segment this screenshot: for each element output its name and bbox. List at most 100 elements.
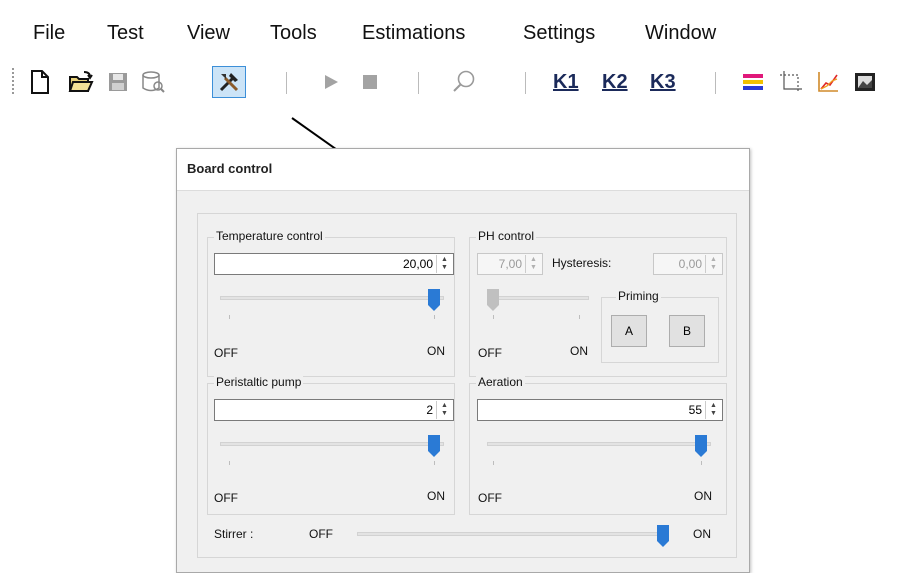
- aeration-input[interactable]: 55 ▲ ▼: [477, 399, 723, 421]
- temperature-label: Temperature control: [214, 229, 325, 243]
- k3-button[interactable]: K3: [650, 71, 676, 94]
- slider-thumb-icon: [428, 435, 440, 457]
- stirrer-slider-thumb[interactable]: [657, 525, 669, 547]
- menu-tools[interactable]: Tools: [270, 22, 317, 45]
- toolbar-grip[interactable]: [12, 68, 14, 96]
- ph-on-label: ON: [570, 344, 588, 358]
- color-bars-button[interactable]: [736, 66, 770, 98]
- database-button[interactable]: [136, 66, 170, 98]
- priming-a-button[interactable]: A: [611, 315, 647, 347]
- slider-tick: [493, 315, 494, 319]
- pump-off-label: OFF: [214, 491, 238, 505]
- menu-file[interactable]: File: [33, 22, 65, 45]
- board-control-dialog: Board control Temperature control 20,00 …: [176, 148, 750, 573]
- temperature-on-label: ON: [427, 344, 445, 358]
- chart-button[interactable]: [811, 66, 845, 98]
- spin-down-icon: ▼: [441, 410, 448, 417]
- slider-tick: [701, 461, 702, 465]
- slider-tick: [229, 315, 230, 319]
- slider-tick: [434, 461, 435, 465]
- aeration-value: 55: [688, 403, 702, 417]
- stirrer-on-label: ON: [693, 527, 711, 541]
- aeration-off-label: OFF: [478, 491, 502, 505]
- ph-spinner[interactable]: ▲ ▼: [525, 255, 541, 273]
- tools-icon: [219, 73, 239, 92]
- k2-button[interactable]: K2: [602, 71, 628, 94]
- spin-down-icon: ▼: [710, 410, 717, 417]
- slider-thumb-icon: [428, 289, 440, 311]
- stop-button[interactable]: [353, 66, 387, 98]
- open-button[interactable]: [64, 66, 98, 98]
- spin-up-icon: ▲: [441, 256, 448, 263]
- stirrer-label: Stirrer :: [214, 527, 254, 541]
- pump-value: 2: [426, 403, 433, 417]
- slider-tick: [229, 461, 230, 465]
- k1-button[interactable]: K1: [553, 71, 579, 94]
- slider-tick: [434, 315, 435, 319]
- menu-test[interactable]: Test: [107, 22, 144, 45]
- toolbar: K1 K2 K3: [0, 62, 909, 102]
- slider-tick: [579, 315, 580, 319]
- slider-thumb-icon: [695, 435, 707, 457]
- image-button[interactable]: [848, 66, 882, 98]
- stirrer-slider-track[interactable]: [357, 532, 669, 536]
- spin-up-icon: ▲: [710, 402, 717, 409]
- hysteresis-input[interactable]: 0,00 ▲ ▼: [653, 253, 723, 275]
- pump-input[interactable]: 2 ▲ ▼: [214, 399, 454, 421]
- pump-spinner[interactable]: ▲ ▼: [436, 401, 452, 419]
- image-icon: [855, 73, 875, 91]
- slider-thumb-icon: [657, 525, 669, 547]
- selection-button[interactable]: [774, 66, 808, 98]
- ph-slider-track[interactable]: [487, 296, 589, 300]
- aeration-label: Aeration: [476, 375, 525, 389]
- tools-button[interactable]: [212, 66, 246, 98]
- aeration-slider-track[interactable]: [487, 442, 711, 446]
- spin-up-icon: ▲: [710, 256, 717, 263]
- aeration-slider-thumb[interactable]: [695, 435, 707, 457]
- hysteresis-label: Hysteresis:: [552, 256, 612, 270]
- new-file-button[interactable]: [23, 66, 57, 98]
- ph-input[interactable]: 7,00 ▲ ▼: [477, 253, 543, 275]
- pump-slider-thumb[interactable]: [428, 435, 440, 457]
- pump-label: Peristaltic pump: [214, 375, 304, 389]
- ph-slider-thumb[interactable]: [487, 289, 499, 311]
- toolbar-separator: [286, 72, 287, 94]
- priming-b-button[interactable]: B: [669, 315, 705, 347]
- save-icon: [109, 73, 127, 91]
- temperature-value: 20,00: [402, 257, 433, 271]
- chart-icon: [818, 72, 838, 92]
- pump-slider-track[interactable]: [220, 442, 444, 446]
- play-icon: [325, 75, 338, 89]
- new-file-icon: [31, 70, 49, 94]
- temperature-slider-thumb[interactable]: [428, 289, 440, 311]
- menu-view[interactable]: View: [187, 22, 230, 45]
- spin-down-icon: ▼: [441, 264, 448, 271]
- dialog-title: Board control: [187, 161, 273, 176]
- color-bars-icon: [743, 74, 763, 90]
- selection-icon: [780, 71, 802, 93]
- ph-off-label: OFF: [478, 346, 502, 360]
- menu-estimations[interactable]: Estimations: [362, 22, 465, 45]
- menu-settings[interactable]: Settings: [523, 22, 595, 45]
- slider-tick: [493, 461, 494, 465]
- temperature-spinner[interactable]: ▲ ▼: [436, 255, 452, 273]
- dialog-titlebar[interactable]: Board control: [177, 149, 749, 191]
- temperature-input[interactable]: 20,00 ▲ ▼: [214, 253, 454, 275]
- aeration-spinner[interactable]: ▲ ▼: [705, 401, 721, 419]
- save-button[interactable]: [101, 66, 135, 98]
- stop-icon: [363, 75, 377, 89]
- toolbar-separator: [418, 72, 419, 94]
- play-button[interactable]: [314, 66, 348, 98]
- hysteresis-spinner[interactable]: ▲ ▼: [705, 255, 721, 273]
- menu-window[interactable]: Window: [645, 22, 716, 45]
- spin-down-icon: ▼: [530, 264, 537, 271]
- search-icon: [453, 70, 475, 92]
- search-button[interactable]: [447, 66, 481, 98]
- temperature-slider-track[interactable]: [220, 296, 444, 300]
- stirrer-off-label: OFF: [309, 527, 333, 541]
- ph-value: 7,00: [498, 257, 522, 271]
- toolbar-separator: [715, 72, 716, 94]
- spin-up-icon: ▲: [441, 402, 448, 409]
- temperature-off-label: OFF: [214, 346, 238, 360]
- slider-thumb-icon: [487, 289, 499, 311]
